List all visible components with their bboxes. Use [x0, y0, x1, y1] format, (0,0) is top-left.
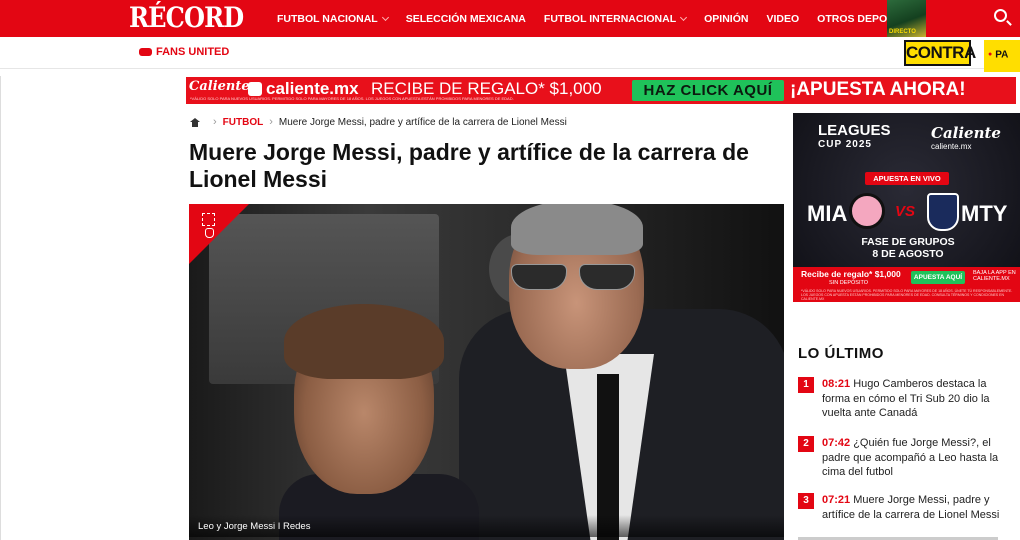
magazine-label: DIRECTO	[889, 29, 916, 35]
nav-video[interactable]: VIDEO	[766, 13, 799, 25]
app-download[interactable]: BAJA LA APP EN CALIENTE.MX	[973, 270, 1017, 282]
nav-label: SELECCIÓN MEXICANA	[405, 12, 526, 25]
gift-sub: SIN DEPÓSITO	[829, 280, 869, 286]
fans-united-label: FANS UNITED	[156, 46, 230, 58]
chevron-down-icon	[680, 13, 688, 21]
team-away: MTY	[961, 201, 1008, 226]
photo-figure	[511, 264, 641, 290]
home-icon[interactable]	[190, 117, 200, 127]
news-time: 07:42	[822, 437, 851, 449]
gamepad-icon	[139, 48, 152, 56]
chevron-down-icon	[381, 13, 389, 21]
magazine-cover[interactable]: DIRECTO	[887, 0, 926, 37]
sidebar-ad[interactable]: LEAGUES CUP 2025 Caliente caliente.mx APUE…	[793, 113, 1020, 302]
side-tab[interactable]: PA	[984, 40, 1020, 72]
leagues-cup-logo: LEAGUES CUP 2025	[818, 122, 891, 152]
ad-brand-logo: Caliente	[189, 79, 250, 94]
chevron-right-icon: ›	[213, 116, 217, 128]
nav-label: FUTBOL INTERNACIONAL	[543, 12, 677, 25]
ad-fine-print: *VÁLIDO SOLO PARA NUEVOS USUARIOS. PERMI…	[801, 289, 1013, 301]
divider	[0, 76, 1, 540]
news-time: 07:21	[822, 494, 851, 506]
ad-brand-logo: Caliente caliente.mx	[931, 124, 1001, 151]
hand-icon	[205, 228, 214, 238]
phase-label: FASE DE GRUPOS	[861, 236, 955, 248]
team-home: MIA	[807, 201, 848, 226]
news-text[interactable]: 08:21 Hugo Camberos destaca la forma en …	[822, 377, 1002, 421]
site-logo[interactable]: RÉCORD	[129, 3, 244, 33]
match-date: 8 DE AGOSTO	[872, 248, 944, 260]
breadcrumb-section[interactable]: FUTBOL	[223, 117, 264, 128]
nav-label: VIDEO	[766, 12, 800, 25]
fans-united-link[interactable]: FANS UNITED	[139, 46, 229, 58]
ad-gift: Recibe de regalo* $1,000 SIN DEPÓSITO	[801, 270, 901, 288]
photo-figure	[284, 304, 444, 379]
match-phase: FASE DE GRUPOS 8 DE AGOSTO	[853, 236, 963, 260]
nav-futbol-internacional[interactable]: FUTBOL INTERNACIONAL	[543, 12, 688, 25]
ad-bet-text: ¡APUESTA AHORA!	[790, 79, 966, 100]
photo-corner-badge	[189, 204, 249, 264]
news-text[interactable]: 07:42 ¿Quién fue Jorge Messi?, el padre …	[822, 436, 1002, 480]
brand-icon	[248, 82, 262, 96]
news-text[interactable]: 07:21 Muere Jorge Messi, padre y artífic…	[822, 493, 1002, 522]
live-badge: APUESTA EN VIVO	[865, 172, 949, 185]
ad-fine-print: *VÁLIDO SOLO PARA NUEVOS USUARIOS. PERMI…	[190, 96, 514, 101]
contra-logo[interactable]: CONTRA	[904, 40, 976, 66]
ad-cup: CUP 2025	[818, 139, 872, 150]
ad-domain: caliente.mx	[931, 142, 972, 151]
nav-label: OPINIÓN	[704, 12, 749, 25]
team-crest-icon	[927, 193, 959, 231]
ad-leagues: LEAGUES	[818, 122, 891, 139]
article-photo[interactable]: Leo y Jorge Messi I Redes	[189, 204, 784, 540]
search-icon[interactable]	[994, 9, 1007, 22]
breadcrumb: › FUTBOL › Muere Jorge Messi, padre y ar…	[190, 116, 567, 128]
expand-icon[interactable]	[202, 213, 215, 226]
main-nav: FUTBOL NACIONAL SELECCIÓN MEXICANA FUTBO…	[277, 0, 943, 37]
versus-label: VS	[895, 203, 916, 220]
rank-badge: 2	[798, 436, 814, 452]
rank-badge: 3	[798, 493, 814, 509]
top-navbar: RÉCORD FUTBOL NACIONAL SELECCIÓN MEXICAN…	[0, 0, 1020, 37]
rank-badge: 1	[798, 377, 814, 393]
nav-label: FUTBOL NACIONAL	[277, 12, 378, 25]
team-crest-icon	[849, 193, 885, 229]
article-headline: Muere Jorge Messi, padre y artífice de l…	[189, 139, 749, 192]
breadcrumb-current: Muere Jorge Messi, padre y artífice de l…	[278, 116, 567, 128]
nav-futbol-nacional[interactable]: FUTBOL NACIONAL	[277, 12, 389, 25]
photo-figure	[511, 204, 643, 255]
gift-text: Recibe de regalo* $1,000	[801, 269, 901, 279]
latest-news-title: LO ÚLTIMO	[798, 345, 884, 362]
top-ad-banner[interactable]: Caliente caliente.mx RECIBE DE REGALO* $…	[186, 77, 1016, 104]
ad-cta-button[interactable]: APUESTA AQUÍ	[911, 271, 965, 284]
nav-opinion[interactable]: OPINIÓN	[704, 13, 748, 25]
news-time: 08:21	[822, 378, 851, 390]
chevron-right-icon: ›	[269, 116, 273, 128]
ad-bottom-strip: Recibe de regalo* $1,000 SIN DEPÓSITO APU…	[793, 267, 1020, 302]
sub-navbar: FANS UNITED CONTRA PA	[0, 37, 1020, 72]
ad-cta-button[interactable]: HAZ CLICK AQUÍ	[632, 80, 784, 101]
photo-caption: Leo y Jorge Messi I Redes	[189, 515, 784, 537]
nav-seleccion-mexicana[interactable]: SELECCIÓN MEXICANA	[406, 13, 526, 25]
ad-brand: Caliente	[931, 124, 1001, 142]
